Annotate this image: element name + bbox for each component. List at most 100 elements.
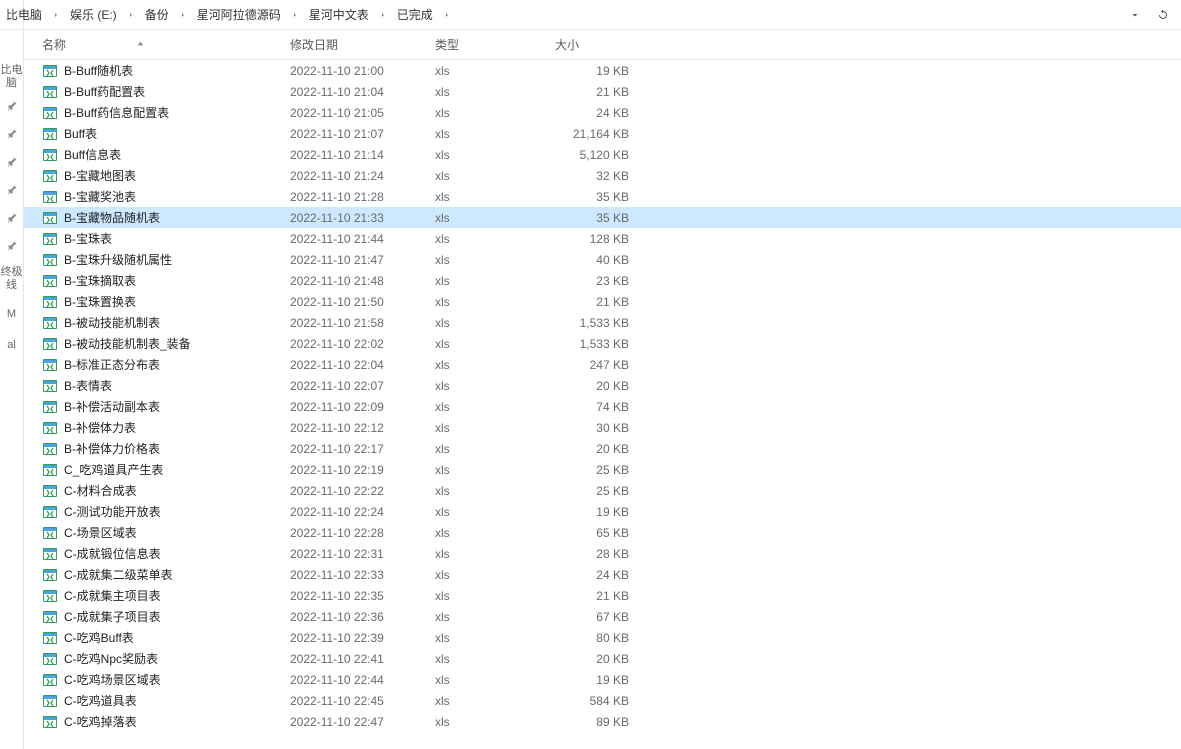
table-row[interactable]: C-吃鸡Npc奖励表2022-11-10 22:41xls20 KB xyxy=(24,648,1181,669)
cell-date: 2022-11-10 22:47 xyxy=(284,715,429,729)
table-row[interactable]: Buff表2022-11-10 21:07xls21,164 KB xyxy=(24,123,1181,144)
xls-file-icon xyxy=(42,357,58,373)
xls-file-icon xyxy=(42,63,58,79)
table-row[interactable]: C-场景区域表2022-11-10 22:28xls65 KB xyxy=(24,522,1181,543)
breadcrumb[interactable]: 比电脑娱乐 (E:) 备份星河阿拉德源码星河中文表已完成 xyxy=(0,0,1119,30)
cell-size: 30 KB xyxy=(549,421,639,435)
cell-size: 20 KB xyxy=(549,442,639,456)
table-row[interactable]: B-宝珠摘取表2022-11-10 21:48xls23 KB xyxy=(24,270,1181,291)
table-row[interactable]: C-成就集二级菜单表2022-11-10 22:33xls24 KB xyxy=(24,564,1181,585)
cell-name: B-Buff药信息配置表 xyxy=(24,104,284,121)
cell-type: xls xyxy=(429,169,549,183)
table-row[interactable]: B-Buff药信息配置表2022-11-10 21:05xls24 KB xyxy=(24,102,1181,123)
table-row[interactable]: C-成就集主项目表2022-11-10 22:35xls21 KB xyxy=(24,585,1181,606)
refresh-icon[interactable] xyxy=(1151,3,1175,27)
table-row[interactable]: B-被动技能机制表2022-11-10 21:58xls1,533 KB xyxy=(24,312,1181,333)
left-pinned-strip: 比电脑 终极线 M al xyxy=(0,0,24,749)
table-row[interactable]: B-被动技能机制表_装备2022-11-10 22:02xls1,533 KB xyxy=(24,333,1181,354)
xls-file-icon xyxy=(42,693,58,709)
pin-icon[interactable] xyxy=(0,178,23,202)
table-row[interactable]: B-宝藏地图表2022-11-10 21:24xls32 KB xyxy=(24,165,1181,186)
chevron-right-icon[interactable] xyxy=(373,11,393,19)
table-row[interactable]: B-宝珠置换表2022-11-10 21:50xls21 KB xyxy=(24,291,1181,312)
cell-name: B-标准正态分布表 xyxy=(24,356,284,373)
table-row[interactable]: C-材料合成表2022-11-10 22:22xls25 KB xyxy=(24,480,1181,501)
xls-file-icon xyxy=(42,273,58,289)
table-row[interactable]: B-标准正态分布表2022-11-10 22:04xls247 KB xyxy=(24,354,1181,375)
cell-size: 21,164 KB xyxy=(549,127,639,141)
xls-file-icon xyxy=(42,546,58,562)
xls-file-icon xyxy=(42,336,58,352)
cell-name: C-吃鸡道具表 xyxy=(24,692,284,709)
cell-size: 35 KB xyxy=(549,190,639,204)
file-name: C-吃鸡道具表 xyxy=(64,692,137,709)
cell-date: 2022-11-10 22:22 xyxy=(284,484,429,498)
xls-file-icon xyxy=(42,252,58,268)
breadcrumb-item[interactable]: 比电脑 xyxy=(2,0,46,30)
table-row[interactable]: Buff信息表2022-11-10 21:14xls5,120 KB xyxy=(24,144,1181,165)
column-header-label: 修改日期 xyxy=(290,36,338,53)
table-row[interactable]: B-补偿活动副本表2022-11-10 22:09xls74 KB xyxy=(24,396,1181,417)
cell-size: 40 KB xyxy=(549,253,639,267)
cell-type: xls xyxy=(429,463,549,477)
cell-date: 2022-11-10 22:31 xyxy=(284,547,429,561)
table-row[interactable]: B-补偿体力表2022-11-10 22:12xls30 KB xyxy=(24,417,1181,438)
file-name: C-吃鸡Buff表 xyxy=(64,629,134,646)
cell-date: 2022-11-10 21:00 xyxy=(284,64,429,78)
chevron-right-icon[interactable] xyxy=(121,11,141,19)
breadcrumb-item[interactable]: 星河阿拉德源码 xyxy=(193,0,285,30)
cell-type: xls xyxy=(429,421,549,435)
pin-icon[interactable] xyxy=(0,94,23,118)
table-row[interactable]: B-宝藏奖池表2022-11-10 21:28xls35 KB xyxy=(24,186,1181,207)
pin-icon[interactable] xyxy=(0,122,23,146)
file-name: B-宝藏物品随机表 xyxy=(64,209,160,226)
pin-icon[interactable] xyxy=(0,206,23,230)
xls-file-icon xyxy=(42,378,58,394)
table-row[interactable]: C-测试功能开放表2022-11-10 22:24xls19 KB xyxy=(24,501,1181,522)
breadcrumb-item[interactable]: 已完成 xyxy=(393,0,437,30)
cell-type: xls xyxy=(429,610,549,624)
table-row[interactable]: B-宝珠升级随机属性2022-11-10 21:47xls40 KB xyxy=(24,249,1181,270)
xls-file-icon xyxy=(42,588,58,604)
table-row[interactable]: B-Buff药配置表2022-11-10 21:04xls21 KB xyxy=(24,81,1181,102)
breadcrumb-item[interactable]: 备份 xyxy=(141,0,173,30)
cell-type: xls xyxy=(429,106,549,120)
column-header-size[interactable]: 大小 xyxy=(549,30,639,59)
chevron-right-icon[interactable] xyxy=(46,11,66,19)
chevron-right-icon[interactable] xyxy=(173,11,193,19)
table-row[interactable]: B-Buff随机表2022-11-10 21:00xls19 KB xyxy=(24,60,1181,81)
table-row[interactable]: B-补偿体力价格表2022-11-10 22:17xls20 KB xyxy=(24,438,1181,459)
breadcrumb-item[interactable]: 星河中文表 xyxy=(305,0,373,30)
table-row[interactable]: B-宝珠表2022-11-10 21:44xls128 KB xyxy=(24,228,1181,249)
chevron-right-icon[interactable] xyxy=(285,11,305,19)
chevron-right-icon[interactable] xyxy=(437,11,457,19)
table-row[interactable]: C-吃鸡Buff表2022-11-10 22:39xls80 KB xyxy=(24,627,1181,648)
cell-name: B-补偿活动副本表 xyxy=(24,398,284,415)
table-row[interactable]: C-吃鸡道具表2022-11-10 22:45xls584 KB xyxy=(24,690,1181,711)
dropdown-icon[interactable] xyxy=(1123,3,1147,27)
pin-icon[interactable] xyxy=(0,150,23,174)
cell-type: xls xyxy=(429,232,549,246)
file-list[interactable]: B-Buff随机表2022-11-10 21:00xls19 KBB-Buff药… xyxy=(24,60,1181,749)
table-row[interactable]: C-吃鸡场景区域表2022-11-10 22:44xls19 KB xyxy=(24,669,1181,690)
cell-type: xls xyxy=(429,589,549,603)
cell-type: xls xyxy=(429,274,549,288)
table-row[interactable]: C-吃鸡掉落表2022-11-10 22:47xls89 KB xyxy=(24,711,1181,732)
pin-icon[interactable] xyxy=(0,234,23,258)
table-row[interactable]: C-成就集子项目表2022-11-10 22:36xls67 KB xyxy=(24,606,1181,627)
column-header-label: 类型 xyxy=(435,36,459,53)
column-header-type[interactable]: 类型 xyxy=(429,30,549,59)
cell-size: 128 KB xyxy=(549,232,639,246)
column-header-name[interactable]: 名称 xyxy=(24,30,284,59)
cell-name: C-成就集主项目表 xyxy=(24,587,284,604)
table-row[interactable]: C-成就锻位信息表2022-11-10 22:31xls28 KB xyxy=(24,543,1181,564)
table-row[interactable]: B-宝藏物品随机表2022-11-10 21:33xls35 KB xyxy=(24,207,1181,228)
column-header-date[interactable]: 修改日期 xyxy=(284,30,429,59)
table-row[interactable]: B-表情表2022-11-10 22:07xls20 KB xyxy=(24,375,1181,396)
table-row[interactable]: C_吃鸡道具产生表2022-11-10 22:19xls25 KB xyxy=(24,459,1181,480)
breadcrumb-item[interactable]: 娱乐 (E:) xyxy=(66,0,121,30)
breadcrumb-bar: 比电脑娱乐 (E:) 备份星河阿拉德源码星河中文表已完成 xyxy=(0,0,1181,30)
cell-date: 2022-11-10 22:07 xyxy=(284,379,429,393)
cell-type: xls xyxy=(429,295,549,309)
cell-date: 2022-11-10 21:28 xyxy=(284,190,429,204)
